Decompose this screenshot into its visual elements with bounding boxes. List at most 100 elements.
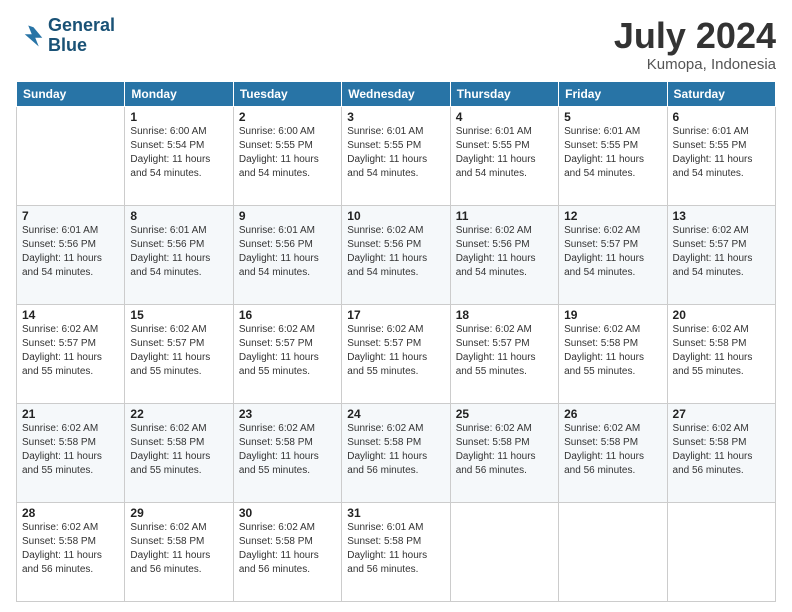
calendar-week-3: 14Sunrise: 6:02 AMSunset: 5:57 PMDayligh… — [17, 304, 776, 403]
logo: General Blue — [16, 16, 115, 56]
day-detail: Sunrise: 6:02 AMSunset: 5:58 PMDaylight:… — [22, 521, 119, 577]
calendar-cell: 19Sunrise: 6:02 AMSunset: 5:58 PMDayligh… — [559, 304, 667, 403]
calendar-cell — [17, 106, 125, 205]
day-detail: Sunrise: 6:01 AMSunset: 5:55 PMDaylight:… — [456, 125, 553, 181]
calendar-cell: 10Sunrise: 6:02 AMSunset: 5:56 PMDayligh… — [342, 205, 450, 304]
calendar-cell: 21Sunrise: 6:02 AMSunset: 5:58 PMDayligh… — [17, 403, 125, 502]
calendar-cell — [559, 502, 667, 601]
day-number: 11 — [456, 209, 553, 223]
day-detail: Sunrise: 6:02 AMSunset: 5:58 PMDaylight:… — [564, 323, 661, 379]
calendar-cell: 26Sunrise: 6:02 AMSunset: 5:58 PMDayligh… — [559, 403, 667, 502]
calendar-cell: 15Sunrise: 6:02 AMSunset: 5:57 PMDayligh… — [125, 304, 233, 403]
day-detail: Sunrise: 6:01 AMSunset: 5:56 PMDaylight:… — [22, 224, 119, 280]
day-number: 30 — [239, 506, 336, 520]
calendar-cell: 8Sunrise: 6:01 AMSunset: 5:56 PMDaylight… — [125, 205, 233, 304]
day-number: 17 — [347, 308, 444, 322]
day-number: 1 — [130, 110, 227, 124]
day-detail: Sunrise: 6:02 AMSunset: 5:57 PMDaylight:… — [673, 224, 770, 280]
day-detail: Sunrise: 6:02 AMSunset: 5:58 PMDaylight:… — [239, 422, 336, 478]
day-number: 4 — [456, 110, 553, 124]
calendar-cell: 13Sunrise: 6:02 AMSunset: 5:57 PMDayligh… — [667, 205, 775, 304]
column-header-monday: Monday — [125, 81, 233, 106]
day-detail: Sunrise: 6:02 AMSunset: 5:58 PMDaylight:… — [239, 521, 336, 577]
day-detail: Sunrise: 6:02 AMSunset: 5:57 PMDaylight:… — [564, 224, 661, 280]
calendar-cell: 28Sunrise: 6:02 AMSunset: 5:58 PMDayligh… — [17, 502, 125, 601]
column-header-wednesday: Wednesday — [342, 81, 450, 106]
day-detail: Sunrise: 6:02 AMSunset: 5:57 PMDaylight:… — [130, 323, 227, 379]
calendar-cell: 27Sunrise: 6:02 AMSunset: 5:58 PMDayligh… — [667, 403, 775, 502]
calendar-cell: 24Sunrise: 6:02 AMSunset: 5:58 PMDayligh… — [342, 403, 450, 502]
day-number: 31 — [347, 506, 444, 520]
day-number: 13 — [673, 209, 770, 223]
day-detail: Sunrise: 6:02 AMSunset: 5:58 PMDaylight:… — [456, 422, 553, 478]
day-detail: Sunrise: 6:02 AMSunset: 5:57 PMDaylight:… — [456, 323, 553, 379]
logo-icon — [16, 22, 44, 50]
calendar-cell — [450, 502, 558, 601]
day-number: 23 — [239, 407, 336, 421]
day-detail: Sunrise: 6:01 AMSunset: 5:56 PMDaylight:… — [239, 224, 336, 280]
column-header-thursday: Thursday — [450, 81, 558, 106]
day-detail: Sunrise: 6:02 AMSunset: 5:58 PMDaylight:… — [22, 422, 119, 478]
column-header-friday: Friday — [559, 81, 667, 106]
day-number: 20 — [673, 308, 770, 322]
location: Kumopa, Indonesia — [614, 56, 776, 73]
calendar-week-4: 21Sunrise: 6:02 AMSunset: 5:58 PMDayligh… — [17, 403, 776, 502]
calendar-cell: 16Sunrise: 6:02 AMSunset: 5:57 PMDayligh… — [233, 304, 341, 403]
day-detail: Sunrise: 6:02 AMSunset: 5:56 PMDaylight:… — [456, 224, 553, 280]
day-detail: Sunrise: 6:00 AMSunset: 5:54 PMDaylight:… — [130, 125, 227, 181]
day-number: 14 — [22, 308, 119, 322]
day-detail: Sunrise: 6:02 AMSunset: 5:58 PMDaylight:… — [347, 422, 444, 478]
day-number: 16 — [239, 308, 336, 322]
day-number: 18 — [456, 308, 553, 322]
day-number: 5 — [564, 110, 661, 124]
day-number: 21 — [22, 407, 119, 421]
calendar-week-5: 28Sunrise: 6:02 AMSunset: 5:58 PMDayligh… — [17, 502, 776, 601]
day-detail: Sunrise: 6:00 AMSunset: 5:55 PMDaylight:… — [239, 125, 336, 181]
day-detail: Sunrise: 6:01 AMSunset: 5:55 PMDaylight:… — [347, 125, 444, 181]
day-detail: Sunrise: 6:02 AMSunset: 5:58 PMDaylight:… — [673, 323, 770, 379]
calendar-cell: 7Sunrise: 6:01 AMSunset: 5:56 PMDaylight… — [17, 205, 125, 304]
day-detail: Sunrise: 6:02 AMSunset: 5:57 PMDaylight:… — [347, 323, 444, 379]
day-detail: Sunrise: 6:02 AMSunset: 5:57 PMDaylight:… — [22, 323, 119, 379]
calendar-cell: 3Sunrise: 6:01 AMSunset: 5:55 PMDaylight… — [342, 106, 450, 205]
day-number: 12 — [564, 209, 661, 223]
calendar-table: SundayMondayTuesdayWednesdayThursdayFrid… — [16, 81, 776, 602]
page: General Blue July 2024 Kumopa, Indonesia… — [0, 0, 792, 612]
day-number: 9 — [239, 209, 336, 223]
calendar-cell: 14Sunrise: 6:02 AMSunset: 5:57 PMDayligh… — [17, 304, 125, 403]
day-number: 28 — [22, 506, 119, 520]
calendar-week-1: 1Sunrise: 6:00 AMSunset: 5:54 PMDaylight… — [17, 106, 776, 205]
calendar-week-2: 7Sunrise: 6:01 AMSunset: 5:56 PMDaylight… — [17, 205, 776, 304]
day-number: 19 — [564, 308, 661, 322]
logo-text: General Blue — [48, 16, 115, 56]
day-number: 25 — [456, 407, 553, 421]
day-detail: Sunrise: 6:01 AMSunset: 5:55 PMDaylight:… — [564, 125, 661, 181]
calendar-cell — [667, 502, 775, 601]
column-header-saturday: Saturday — [667, 81, 775, 106]
calendar-cell: 31Sunrise: 6:01 AMSunset: 5:58 PMDayligh… — [342, 502, 450, 601]
day-detail: Sunrise: 6:01 AMSunset: 5:56 PMDaylight:… — [130, 224, 227, 280]
calendar-cell: 18Sunrise: 6:02 AMSunset: 5:57 PMDayligh… — [450, 304, 558, 403]
day-number: 10 — [347, 209, 444, 223]
calendar-cell: 29Sunrise: 6:02 AMSunset: 5:58 PMDayligh… — [125, 502, 233, 601]
calendar-cell: 17Sunrise: 6:02 AMSunset: 5:57 PMDayligh… — [342, 304, 450, 403]
day-number: 7 — [22, 209, 119, 223]
calendar-cell: 4Sunrise: 6:01 AMSunset: 5:55 PMDaylight… — [450, 106, 558, 205]
calendar-cell: 5Sunrise: 6:01 AMSunset: 5:55 PMDaylight… — [559, 106, 667, 205]
day-number: 2 — [239, 110, 336, 124]
calendar-cell: 9Sunrise: 6:01 AMSunset: 5:56 PMDaylight… — [233, 205, 341, 304]
day-detail: Sunrise: 6:02 AMSunset: 5:58 PMDaylight:… — [130, 521, 227, 577]
calendar-cell: 1Sunrise: 6:00 AMSunset: 5:54 PMDaylight… — [125, 106, 233, 205]
day-number: 8 — [130, 209, 227, 223]
column-header-sunday: Sunday — [17, 81, 125, 106]
day-detail: Sunrise: 6:01 AMSunset: 5:58 PMDaylight:… — [347, 521, 444, 577]
day-number: 3 — [347, 110, 444, 124]
day-number: 15 — [130, 308, 227, 322]
day-detail: Sunrise: 6:02 AMSunset: 5:57 PMDaylight:… — [239, 323, 336, 379]
day-number: 6 — [673, 110, 770, 124]
calendar-cell: 25Sunrise: 6:02 AMSunset: 5:58 PMDayligh… — [450, 403, 558, 502]
day-number: 26 — [564, 407, 661, 421]
calendar-cell: 22Sunrise: 6:02 AMSunset: 5:58 PMDayligh… — [125, 403, 233, 502]
column-header-tuesday: Tuesday — [233, 81, 341, 106]
title-block: July 2024 Kumopa, Indonesia — [614, 16, 776, 73]
